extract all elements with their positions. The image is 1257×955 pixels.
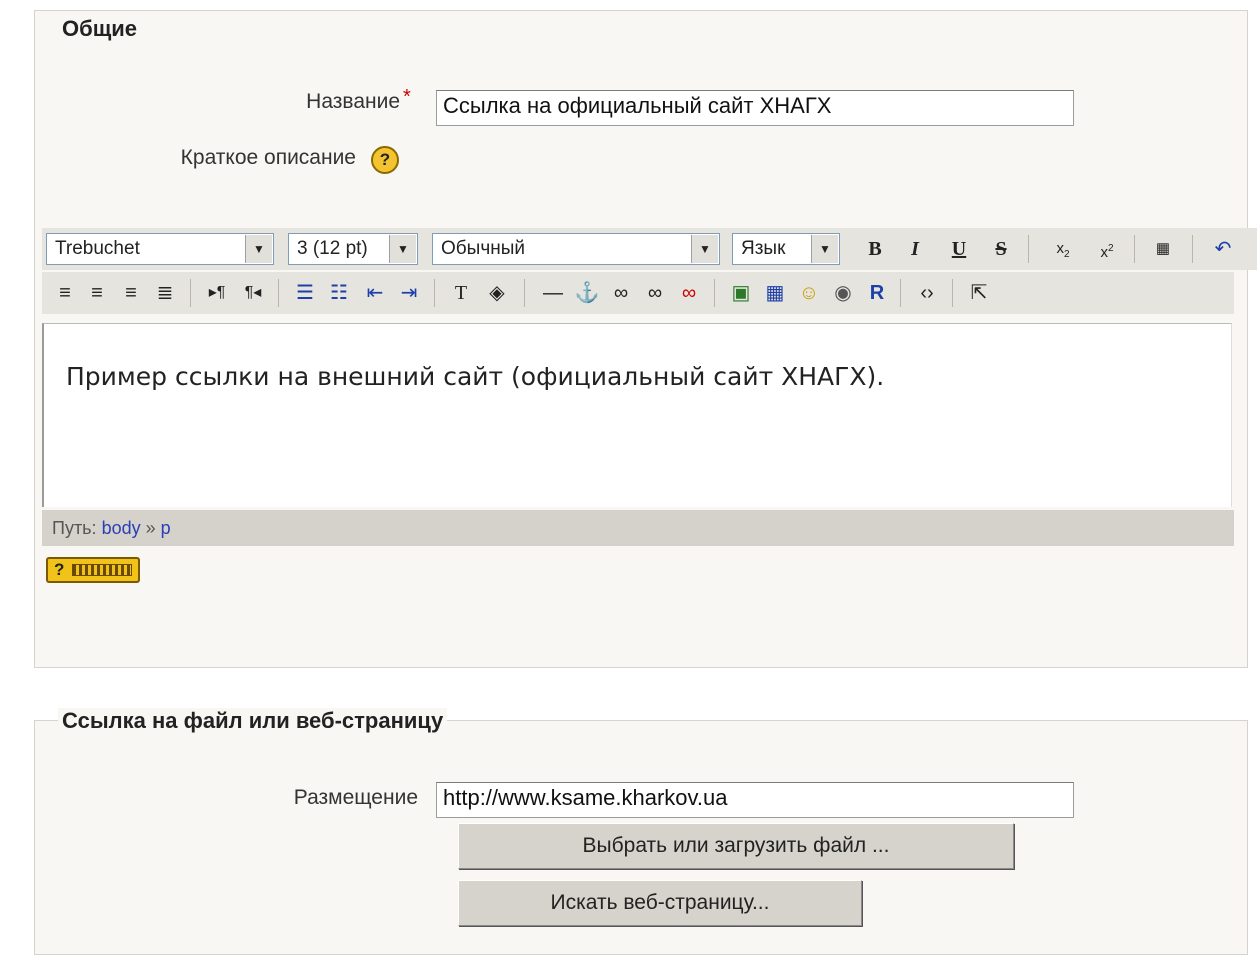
justify-icon[interactable]: ≣ bbox=[150, 278, 180, 308]
fullscreen-icon[interactable]: ⇱ bbox=[964, 278, 994, 308]
align-right-icon[interactable]: ≡ bbox=[116, 278, 146, 308]
required-mark: * bbox=[403, 86, 411, 108]
format-select[interactable]: Обычный ▼ bbox=[432, 233, 720, 265]
toolbar-separator bbox=[278, 279, 279, 307]
spellcheck-icon[interactable]: R bbox=[862, 278, 892, 308]
insert-image-icon[interactable]: ▣ bbox=[726, 278, 756, 308]
anchor-icon[interactable]: ⚓ bbox=[572, 278, 602, 308]
underline-icon[interactable]: U bbox=[944, 234, 974, 264]
align-center-icon[interactable]: ≡ bbox=[82, 278, 112, 308]
name-input[interactable]: Ссылка на официальный сайт ХНАГХ bbox=[436, 90, 1074, 126]
link-legend: Ссылка на файл или веб-страницу bbox=[58, 708, 448, 734]
general-legend: Общие bbox=[58, 16, 142, 42]
text-color-icon[interactable]: T bbox=[446, 278, 476, 308]
editor-toolbar-row-2: ≡ ≡ ≡ ≣ ▸¶ ¶◂ ☰ ☷ ⇤ ⇥ T ◈ — ⚓ ∞ ∞ ∞ ▣ ▦ … bbox=[42, 272, 1234, 314]
indent-icon[interactable]: ⇥ bbox=[394, 278, 424, 308]
ltr-icon[interactable]: ▸¶ bbox=[202, 278, 232, 308]
toolbar-separator bbox=[714, 279, 715, 307]
toolbar-separator bbox=[190, 279, 191, 307]
font-size-select[interactable]: 3 (12 pt) ▼ bbox=[288, 233, 418, 265]
search-replace-icon[interactable]: ◉ bbox=[828, 278, 858, 308]
link-icon[interactable]: ∞ bbox=[606, 278, 636, 308]
no-link-icon[interactable]: ∞ bbox=[674, 278, 704, 308]
outdent-icon[interactable]: ⇤ bbox=[360, 278, 390, 308]
smiley-icon[interactable]: ☺ bbox=[794, 278, 824, 308]
choose-file-button[interactable]: Выбрать или загрузить файл ... bbox=[458, 823, 1014, 869]
toolbar-separator bbox=[524, 279, 525, 307]
toolbar-separator bbox=[952, 279, 953, 307]
location-label: Размещение bbox=[293, 786, 418, 809]
chevron-down-icon: ▼ bbox=[245, 235, 272, 263]
bold-icon[interactable]: B bbox=[860, 234, 890, 264]
subscript-icon[interactable]: x2 bbox=[1048, 234, 1078, 264]
superscript-icon[interactable]: x2 bbox=[1092, 234, 1122, 264]
paste-word-icon[interactable]: ▦ bbox=[1148, 234, 1178, 264]
toolbar-separator bbox=[900, 279, 901, 307]
ordered-list-icon[interactable]: ☰ bbox=[290, 278, 320, 308]
language-value: Язык bbox=[741, 238, 786, 259]
path-separator: » bbox=[145, 518, 156, 538]
search-webpage-button[interactable]: Искать веб-страницу... bbox=[458, 880, 862, 926]
editor-toolbar-row-1: Trebuchet ▼ 3 (12 pt) ▼ Обычный ▼ Язык ▼… bbox=[42, 228, 1257, 270]
toolbar-separator bbox=[1028, 235, 1029, 263]
chevron-down-icon: ▼ bbox=[811, 235, 838, 263]
font-size-value: 3 (12 pt) bbox=[297, 238, 368, 259]
italic-icon[interactable]: I bbox=[900, 234, 930, 264]
editor-text: Пример ссылки на внешний сайт (официальн… bbox=[66, 362, 885, 391]
chevron-down-icon: ▼ bbox=[691, 235, 718, 263]
editor-content-area[interactable]: Пример ссылки на внешний сайт (официальн… bbox=[42, 323, 1232, 507]
editor-path-bar: Путь: body » p bbox=[42, 510, 1234, 546]
name-label: Название bbox=[306, 90, 400, 113]
unordered-list-icon[interactable]: ☷ bbox=[324, 278, 354, 308]
toolbar-separator bbox=[1192, 235, 1193, 263]
unlink-icon[interactable]: ∞ bbox=[640, 278, 670, 308]
keyboard-help-icon[interactable]: ? bbox=[46, 557, 140, 583]
location-input[interactable]: http://www.ksame.kharkov.ua bbox=[436, 782, 1074, 818]
path-label: Путь: bbox=[52, 518, 97, 538]
path-body-link[interactable]: body bbox=[102, 518, 141, 538]
help-icon[interactable]: ? bbox=[371, 146, 399, 174]
toolbar-separator bbox=[1134, 235, 1135, 263]
font-family-select[interactable]: Trebuchet ▼ bbox=[46, 233, 274, 265]
background-color-icon[interactable]: ◈ bbox=[482, 278, 512, 308]
rtl-icon[interactable]: ¶◂ bbox=[238, 278, 268, 308]
undo-icon[interactable]: ↶ bbox=[1208, 234, 1238, 264]
strikethrough-icon[interactable]: S bbox=[986, 234, 1016, 264]
chevron-down-icon: ▼ bbox=[389, 235, 416, 263]
font-family-value: Trebuchet bbox=[55, 238, 140, 259]
language-select[interactable]: Язык ▼ bbox=[732, 233, 840, 265]
align-left-icon[interactable]: ≡ bbox=[50, 278, 80, 308]
horizontal-rule-icon[interactable]: — bbox=[538, 278, 568, 308]
toolbar-separator bbox=[434, 279, 435, 307]
insert-table-icon[interactable]: ▦ bbox=[760, 278, 790, 308]
path-p-link[interactable]: p bbox=[161, 518, 171, 538]
summary-label: Краткое описание bbox=[180, 146, 356, 169]
html-source-icon[interactable]: ‹› bbox=[912, 278, 942, 308]
format-value: Обычный bbox=[441, 238, 525, 259]
